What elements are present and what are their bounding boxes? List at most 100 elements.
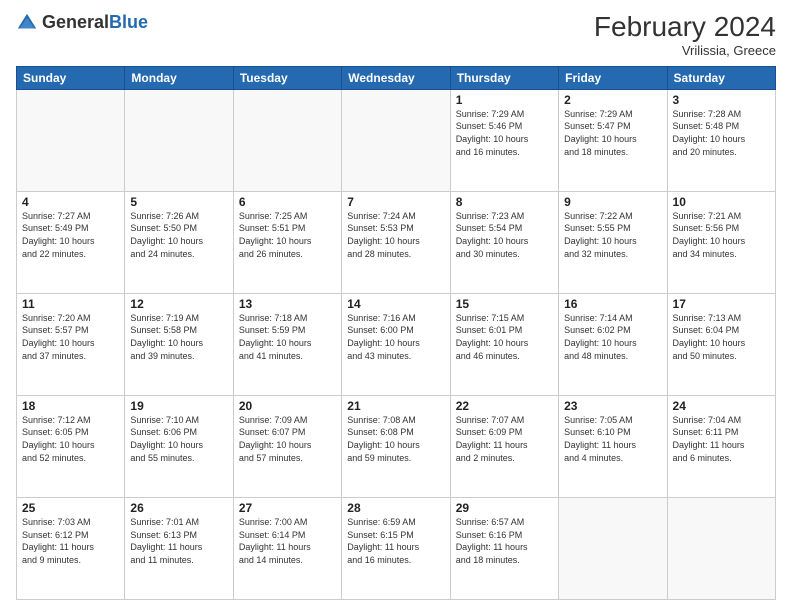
calendar-cell: 8Sunrise: 7:23 AMSunset: 5:54 PMDaylight… xyxy=(450,191,558,293)
logo-text: General Blue xyxy=(42,13,148,33)
day-info: Sunrise: 7:28 AMSunset: 5:48 PMDaylight:… xyxy=(673,108,770,158)
day-info: Sunrise: 7:27 AMSunset: 5:49 PMDaylight:… xyxy=(22,210,119,260)
calendar-cell: 18Sunrise: 7:12 AMSunset: 6:05 PMDayligh… xyxy=(17,395,125,497)
calendar-cell: 29Sunrise: 6:57 AMSunset: 6:16 PMDayligh… xyxy=(450,497,558,599)
day-info: Sunrise: 7:29 AMSunset: 5:47 PMDaylight:… xyxy=(564,108,661,158)
day-number: 12 xyxy=(130,297,227,311)
weekday-header-thursday: Thursday xyxy=(450,66,558,89)
logo: General Blue xyxy=(16,12,148,34)
day-number: 24 xyxy=(673,399,770,413)
day-number: 14 xyxy=(347,297,444,311)
day-info: Sunrise: 7:25 AMSunset: 5:51 PMDaylight:… xyxy=(239,210,336,260)
day-number: 20 xyxy=(239,399,336,413)
weekday-header-tuesday: Tuesday xyxy=(233,66,341,89)
day-info: Sunrise: 7:00 AMSunset: 6:14 PMDaylight:… xyxy=(239,516,336,566)
calendar-cell: 28Sunrise: 6:59 AMSunset: 6:15 PMDayligh… xyxy=(342,497,450,599)
calendar-cell: 20Sunrise: 7:09 AMSunset: 6:07 PMDayligh… xyxy=(233,395,341,497)
day-number: 2 xyxy=(564,93,661,107)
calendar-cell: 3Sunrise: 7:28 AMSunset: 5:48 PMDaylight… xyxy=(667,89,775,191)
calendar-cell: 23Sunrise: 7:05 AMSunset: 6:10 PMDayligh… xyxy=(559,395,667,497)
location: Vrilissia, Greece xyxy=(594,43,776,58)
day-info: Sunrise: 7:23 AMSunset: 5:54 PMDaylight:… xyxy=(456,210,553,260)
day-number: 7 xyxy=(347,195,444,209)
day-number: 19 xyxy=(130,399,227,413)
day-number: 18 xyxy=(22,399,119,413)
calendar-table: SundayMondayTuesdayWednesdayThursdayFrid… xyxy=(16,66,776,600)
weekday-header-friday: Friday xyxy=(559,66,667,89)
day-info: Sunrise: 7:16 AMSunset: 6:00 PMDaylight:… xyxy=(347,312,444,362)
calendar-cell: 9Sunrise: 7:22 AMSunset: 5:55 PMDaylight… xyxy=(559,191,667,293)
day-info: Sunrise: 7:07 AMSunset: 6:09 PMDaylight:… xyxy=(456,414,553,464)
calendar-week-3: 11Sunrise: 7:20 AMSunset: 5:57 PMDayligh… xyxy=(17,293,776,395)
day-info: Sunrise: 7:10 AMSunset: 6:06 PMDaylight:… xyxy=(130,414,227,464)
calendar-cell: 12Sunrise: 7:19 AMSunset: 5:58 PMDayligh… xyxy=(125,293,233,395)
calendar-cell xyxy=(17,89,125,191)
day-number: 6 xyxy=(239,195,336,209)
weekday-header-wednesday: Wednesday xyxy=(342,66,450,89)
calendar-cell xyxy=(342,89,450,191)
day-info: Sunrise: 6:59 AMSunset: 6:15 PMDaylight:… xyxy=(347,516,444,566)
calendar-cell: 15Sunrise: 7:15 AMSunset: 6:01 PMDayligh… xyxy=(450,293,558,395)
day-info: Sunrise: 7:21 AMSunset: 5:56 PMDaylight:… xyxy=(673,210,770,260)
day-info: Sunrise: 7:03 AMSunset: 6:12 PMDaylight:… xyxy=(22,516,119,566)
weekday-header-monday: Monday xyxy=(125,66,233,89)
logo-icon xyxy=(16,12,38,34)
calendar-cell: 11Sunrise: 7:20 AMSunset: 5:57 PMDayligh… xyxy=(17,293,125,395)
day-number: 23 xyxy=(564,399,661,413)
calendar-week-4: 18Sunrise: 7:12 AMSunset: 6:05 PMDayligh… xyxy=(17,395,776,497)
calendar-cell: 16Sunrise: 7:14 AMSunset: 6:02 PMDayligh… xyxy=(559,293,667,395)
day-info: Sunrise: 7:13 AMSunset: 6:04 PMDaylight:… xyxy=(673,312,770,362)
weekday-header-saturday: Saturday xyxy=(667,66,775,89)
calendar-cell: 27Sunrise: 7:00 AMSunset: 6:14 PMDayligh… xyxy=(233,497,341,599)
calendar-week-5: 25Sunrise: 7:03 AMSunset: 6:12 PMDayligh… xyxy=(17,497,776,599)
weekday-header-sunday: Sunday xyxy=(17,66,125,89)
logo-general: General xyxy=(42,13,109,33)
calendar-week-1: 1Sunrise: 7:29 AMSunset: 5:46 PMDaylight… xyxy=(17,89,776,191)
day-info: Sunrise: 7:19 AMSunset: 5:58 PMDaylight:… xyxy=(130,312,227,362)
day-info: Sunrise: 7:15 AMSunset: 6:01 PMDaylight:… xyxy=(456,312,553,362)
day-info: Sunrise: 7:20 AMSunset: 5:57 PMDaylight:… xyxy=(22,312,119,362)
day-info: Sunrise: 7:26 AMSunset: 5:50 PMDaylight:… xyxy=(130,210,227,260)
calendar-cell: 5Sunrise: 7:26 AMSunset: 5:50 PMDaylight… xyxy=(125,191,233,293)
calendar-cell: 26Sunrise: 7:01 AMSunset: 6:13 PMDayligh… xyxy=(125,497,233,599)
calendar-cell xyxy=(559,497,667,599)
weekday-header-row: SundayMondayTuesdayWednesdayThursdayFrid… xyxy=(17,66,776,89)
day-number: 11 xyxy=(22,297,119,311)
calendar-cell: 2Sunrise: 7:29 AMSunset: 5:47 PMDaylight… xyxy=(559,89,667,191)
page: General Blue February 2024 Vrilissia, Gr… xyxy=(0,0,792,612)
calendar-cell xyxy=(667,497,775,599)
day-info: Sunrise: 7:18 AMSunset: 5:59 PMDaylight:… xyxy=(239,312,336,362)
day-info: Sunrise: 7:29 AMSunset: 5:46 PMDaylight:… xyxy=(456,108,553,158)
calendar-cell: 19Sunrise: 7:10 AMSunset: 6:06 PMDayligh… xyxy=(125,395,233,497)
day-number: 27 xyxy=(239,501,336,515)
day-number: 21 xyxy=(347,399,444,413)
day-number: 29 xyxy=(456,501,553,515)
day-number: 26 xyxy=(130,501,227,515)
calendar-cell: 10Sunrise: 7:21 AMSunset: 5:56 PMDayligh… xyxy=(667,191,775,293)
day-info: Sunrise: 6:57 AMSunset: 6:16 PMDaylight:… xyxy=(456,516,553,566)
day-number: 9 xyxy=(564,195,661,209)
calendar-cell: 7Sunrise: 7:24 AMSunset: 5:53 PMDaylight… xyxy=(342,191,450,293)
calendar-cell: 25Sunrise: 7:03 AMSunset: 6:12 PMDayligh… xyxy=(17,497,125,599)
calendar-cell xyxy=(233,89,341,191)
day-number: 5 xyxy=(130,195,227,209)
day-info: Sunrise: 7:22 AMSunset: 5:55 PMDaylight:… xyxy=(564,210,661,260)
calendar-week-2: 4Sunrise: 7:27 AMSunset: 5:49 PMDaylight… xyxy=(17,191,776,293)
day-info: Sunrise: 7:24 AMSunset: 5:53 PMDaylight:… xyxy=(347,210,444,260)
day-number: 22 xyxy=(456,399,553,413)
day-info: Sunrise: 7:09 AMSunset: 6:07 PMDaylight:… xyxy=(239,414,336,464)
day-number: 8 xyxy=(456,195,553,209)
calendar-cell: 6Sunrise: 7:25 AMSunset: 5:51 PMDaylight… xyxy=(233,191,341,293)
logo-blue: Blue xyxy=(109,13,148,33)
day-info: Sunrise: 7:14 AMSunset: 6:02 PMDaylight:… xyxy=(564,312,661,362)
day-number: 17 xyxy=(673,297,770,311)
day-info: Sunrise: 7:01 AMSunset: 6:13 PMDaylight:… xyxy=(130,516,227,566)
calendar-cell: 21Sunrise: 7:08 AMSunset: 6:08 PMDayligh… xyxy=(342,395,450,497)
day-info: Sunrise: 7:05 AMSunset: 6:10 PMDaylight:… xyxy=(564,414,661,464)
calendar-cell xyxy=(125,89,233,191)
calendar-cell: 14Sunrise: 7:16 AMSunset: 6:00 PMDayligh… xyxy=(342,293,450,395)
day-number: 25 xyxy=(22,501,119,515)
calendar-cell: 17Sunrise: 7:13 AMSunset: 6:04 PMDayligh… xyxy=(667,293,775,395)
day-number: 15 xyxy=(456,297,553,311)
day-number: 13 xyxy=(239,297,336,311)
